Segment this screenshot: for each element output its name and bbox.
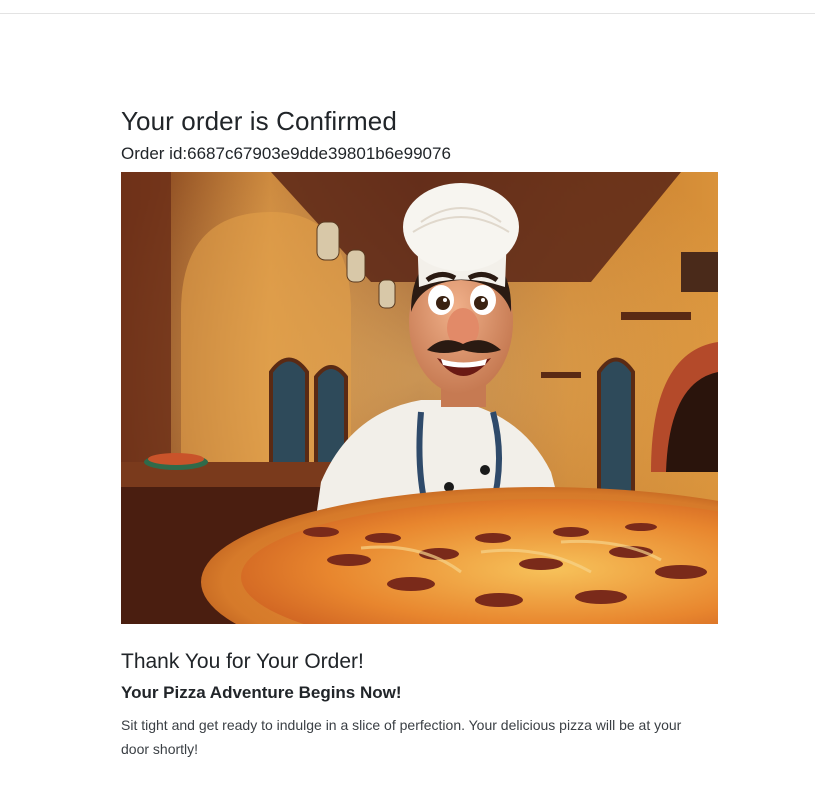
adventure-subheading: Your Pizza Adventure Begins Now! xyxy=(121,683,402,702)
page-title: Your order is Confirmed xyxy=(121,106,397,136)
delivery-message: Sit tight and get ready to indulge in a … xyxy=(121,717,682,757)
order-id: Order id:6687c67903e9dde39801b6e99076 xyxy=(121,143,718,165)
chef-pizza-image xyxy=(121,172,718,624)
order-id-label: Order id: xyxy=(121,144,188,163)
order-id-value: 6687c67903e9dde39801b6e99076 xyxy=(187,144,451,163)
thank-you-heading: Thank You for Your Order! xyxy=(121,650,364,673)
top-navbar xyxy=(0,0,815,14)
order-confirmation: Your order is Confirmed Order id:6687c67… xyxy=(121,104,718,761)
